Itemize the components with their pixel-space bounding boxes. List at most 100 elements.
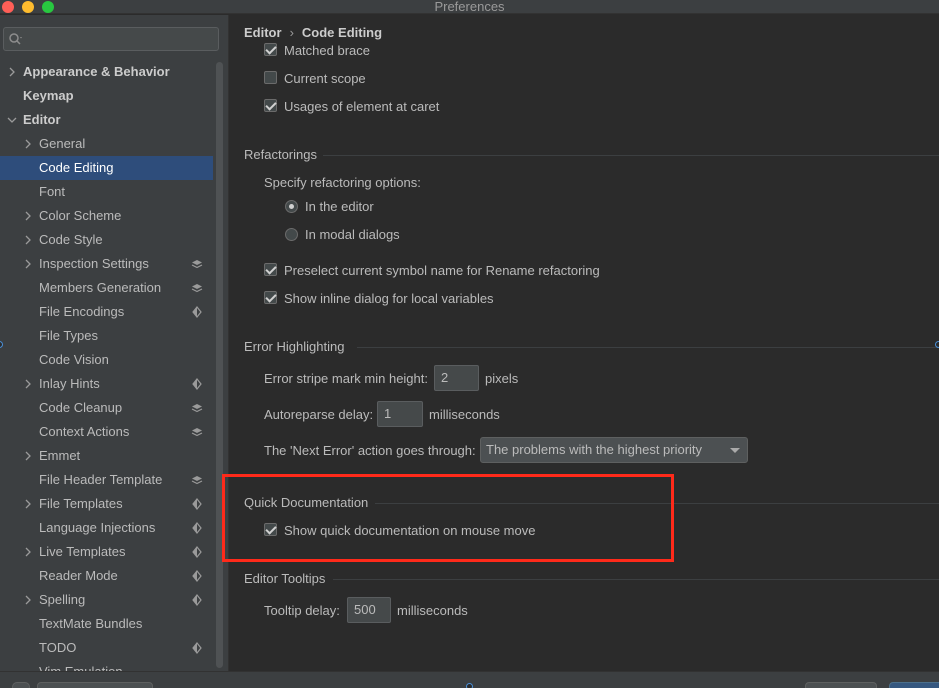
tooltip-delay-input[interactable]: 500 xyxy=(347,597,391,623)
sidebar-item-vim-emulation[interactable]: Vim Emulation xyxy=(0,660,213,671)
sidebar-item-editor[interactable]: Editor xyxy=(0,108,213,132)
project-icon xyxy=(191,516,203,540)
next-error-label: The 'Next Error' action goes through: xyxy=(264,443,476,458)
sidebar-item-file-templates[interactable]: File Templates xyxy=(0,492,213,516)
project-icon xyxy=(191,300,203,324)
search-icon xyxy=(8,31,24,47)
sidebar-item-label: File Encodings xyxy=(39,304,125,319)
chevron-right-icon[interactable] xyxy=(6,60,18,84)
cancel-button[interactable] xyxy=(805,682,877,688)
autoreparse-delay-label: Autoreparse delay: xyxy=(264,407,374,422)
sidebar-item-code-vision[interactable]: Code Vision xyxy=(0,348,213,372)
chevron-right-icon[interactable] xyxy=(22,228,34,252)
sidebar-item-members-generation[interactable]: Members Generation xyxy=(0,276,213,300)
sidebar-item-label: Color Scheme xyxy=(39,208,122,223)
chevron-right-icon[interactable] xyxy=(22,204,34,228)
usages-at-caret-checkbox[interactable] xyxy=(264,99,277,112)
sidebar-item-textmate-bundles[interactable]: TextMate Bundles xyxy=(0,612,213,636)
sidebar-scrollbar[interactable] xyxy=(215,62,223,668)
sidebar-item-label: Inspection Settings xyxy=(39,256,149,271)
tooltip-delay-label: Tooltip delay: xyxy=(264,603,340,618)
autoreparse-delay-unit: milliseconds xyxy=(429,407,500,422)
specify-refactoring-label: Specify refactoring options: xyxy=(264,175,421,190)
chevron-right-icon[interactable] xyxy=(22,540,34,564)
sidebar-item-spelling[interactable]: Spelling xyxy=(0,588,213,612)
highlight-box xyxy=(222,474,674,562)
project-icon xyxy=(191,492,203,516)
sidebar-item-label: File Header Template xyxy=(39,472,163,487)
sidebar-item-label: Vim Emulation xyxy=(39,660,123,671)
stripe-height-input[interactable]: 2 xyxy=(434,365,479,391)
sidebar-item-context-actions[interactable]: Context Actions xyxy=(0,420,213,444)
layers-icon xyxy=(191,420,203,444)
project-icon xyxy=(191,372,203,396)
breadcrumb-current: Code Editing xyxy=(301,25,383,40)
settings-sidebar: Appearance & Behavior Keymap Editor General… xyxy=(0,15,228,671)
sidebar-item-label: Editor xyxy=(23,112,61,127)
sidebar-item-font[interactable]: Font xyxy=(0,180,213,204)
layers-icon xyxy=(191,252,203,276)
sidebar-item-label: Spelling xyxy=(39,592,86,607)
chevron-right-icon[interactable] xyxy=(22,588,34,612)
sidebar-item-reader-mode[interactable]: Reader Mode xyxy=(0,564,213,588)
sidebar-item-color-scheme[interactable]: Color Scheme xyxy=(0,204,213,228)
sidebar-item-todo[interactable]: TODO xyxy=(0,636,213,660)
in-modal-dialogs-radio[interactable] xyxy=(285,228,298,241)
right-resize-handle[interactable] xyxy=(935,341,939,348)
sidebar-item-label: Inlay Hints xyxy=(39,376,100,391)
settings-tree: Appearance & Behavior Keymap Editor General… xyxy=(0,60,213,671)
help-button[interactable] xyxy=(12,682,30,688)
sidebar-item-live-templates[interactable]: Live Templates xyxy=(0,540,213,564)
next-error-dropdown[interactable]: The problems with the highest priority xyxy=(480,437,748,463)
inline-dialog-checkbox[interactable] xyxy=(264,291,277,304)
section-divider xyxy=(357,347,939,348)
sidebar-scrollbar-thumb[interactable] xyxy=(216,62,223,668)
sidebar-item-file-encodings[interactable]: File Encodings xyxy=(0,300,213,324)
sidebar-item-file-types[interactable]: File Types xyxy=(0,324,213,348)
sidebar-item-label: TextMate Bundles xyxy=(39,616,143,631)
section-divider xyxy=(323,155,939,156)
matched-brace-label: Matched brace xyxy=(284,43,370,58)
sidebar-item-emmet[interactable]: Emmet xyxy=(0,444,213,468)
title-bar: Preferences xyxy=(0,0,939,14)
sidebar-item-label: Keymap xyxy=(23,88,74,103)
chevron-right-icon[interactable] xyxy=(22,132,34,156)
matched-brace-checkbox[interactable] xyxy=(264,43,277,56)
autoreparse-delay-input[interactable]: 1 xyxy=(377,401,423,427)
chevron-down-icon[interactable] xyxy=(6,108,18,132)
ok-button[interactable] xyxy=(889,682,939,688)
error-highlighting-section-title: Error Highlighting xyxy=(244,339,345,354)
project-icon xyxy=(191,540,203,564)
settings-content: Editor › Code Editing Matched brace Curren… xyxy=(229,15,939,671)
sidebar-item-label: Code Editing xyxy=(39,160,114,175)
section-divider xyxy=(333,579,939,580)
sidebar-item-file-header-template[interactable]: File Header Template xyxy=(0,468,213,492)
current-scope-checkbox[interactable] xyxy=(264,71,277,84)
dialog-footer xyxy=(0,671,939,688)
breadcrumb: Editor › Code Editing xyxy=(244,25,382,40)
bottom-resize-handle[interactable] xyxy=(466,683,473,688)
footer-left-button[interactable] xyxy=(37,682,153,688)
chevron-right-icon[interactable] xyxy=(22,372,34,396)
chevron-down-icon xyxy=(730,448,740,453)
sidebar-item-language-injections[interactable]: Language Injections xyxy=(0,516,213,540)
sidebar-item-appearance-behavior[interactable]: Appearance & Behavior xyxy=(0,60,213,84)
layers-icon xyxy=(191,396,203,420)
chevron-right-icon[interactable] xyxy=(22,252,34,276)
chevron-right-icon[interactable] xyxy=(22,444,34,468)
sidebar-item-code-cleanup[interactable]: Code Cleanup xyxy=(0,396,213,420)
sidebar-item-code-editing[interactable]: Code Editing xyxy=(0,156,213,180)
chevron-right-icon[interactable] xyxy=(22,492,34,516)
sidebar-item-code-style[interactable]: Code Style xyxy=(0,228,213,252)
sidebar-item-keymap[interactable]: Keymap xyxy=(0,84,213,108)
breadcrumb-parent[interactable]: Editor xyxy=(244,25,282,40)
sidebar-item-label: Reader Mode xyxy=(39,568,118,583)
preselect-rename-checkbox[interactable] xyxy=(264,263,277,276)
in-editor-radio[interactable] xyxy=(285,200,298,213)
sidebar-item-inlay-hints[interactable]: Inlay Hints xyxy=(0,372,213,396)
sidebar-item-inspection-settings[interactable]: Inspection Settings xyxy=(0,252,213,276)
settings-search-input[interactable] xyxy=(3,27,219,51)
sidebar-item-general[interactable]: General xyxy=(0,132,213,156)
sidebar-item-label: Live Templates xyxy=(39,544,126,559)
sidebar-item-label: File Templates xyxy=(39,496,123,511)
